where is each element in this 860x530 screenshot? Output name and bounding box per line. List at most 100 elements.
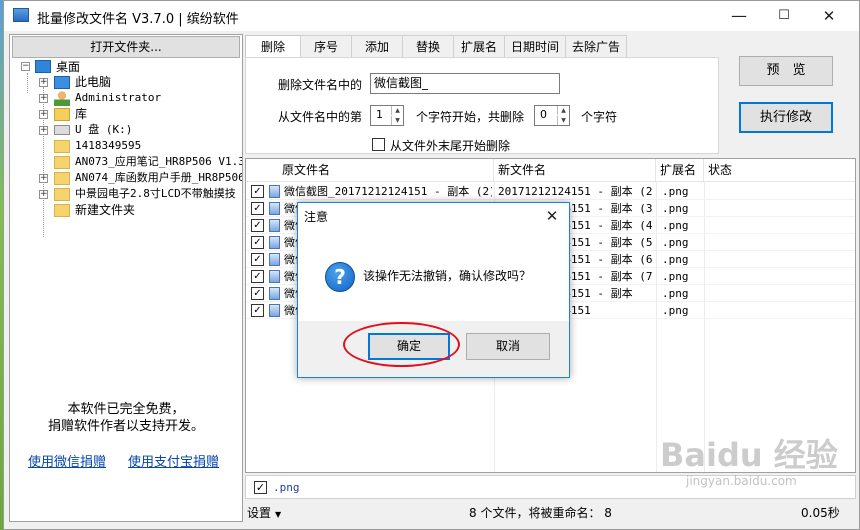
dialog-message: 该操作无法撤销，确认修改吗？ — [363, 269, 532, 283]
watermark-url: jingyan.baidu.com — [686, 474, 797, 488]
title-bar: 批量修改文件名 V3.7.0 | 缤纷软件 — ☐ ✕ — [4, 1, 859, 31]
original-name-cell: 微信截图_20171212124151 - 副本 (2) — [284, 185, 492, 198]
image-file-icon — [269, 236, 280, 249]
dialog-close-button[interactable]: ✕ — [535, 203, 569, 229]
tree-item-folder[interactable]: 1418349595 — [10, 138, 242, 154]
extension-cell: .png — [662, 202, 689, 215]
preview-button[interactable]: 预 览 — [739, 56, 833, 86]
image-file-icon — [269, 253, 280, 266]
maximize-button[interactable]: ☐ — [762, 1, 806, 31]
library-icon — [54, 108, 70, 121]
window-title: 批量修改文件名 V3.7.0 | 缤纷软件 — [37, 12, 239, 27]
open-folder-button[interactable]: 打开文件夹... — [12, 36, 240, 58]
tree-item-folder[interactable]: + 中景园电子2.8寸LCD不带触摸技 — [10, 186, 242, 202]
minimize-button[interactable]: — — [717, 1, 761, 31]
close-button[interactable]: ✕ — [807, 1, 851, 31]
column-extension[interactable]: 扩展名 — [656, 159, 704, 181]
tree-item-folder[interactable]: AN073_应用笔记_HR8P506 V1.3 — [10, 154, 242, 170]
tab-sequence[interactable]: 序号 — [300, 35, 352, 57]
desktop-icon — [35, 60, 51, 73]
question-icon: ? — [325, 262, 355, 292]
column-original-name[interactable]: 原文件名 — [278, 159, 494, 181]
chars-label: 个字符 — [581, 110, 618, 124]
stepper-up-icon[interactable]: ▲ — [391, 106, 403, 115]
image-file-icon — [269, 270, 280, 283]
folder-icon — [54, 140, 70, 153]
row-checkbox[interactable]: ✓ — [251, 287, 264, 300]
image-file-icon — [269, 185, 280, 198]
stepper-up-icon[interactable]: ▲ — [557, 106, 569, 115]
extension-cell: .png — [662, 236, 689, 249]
row-checkbox[interactable]: ✓ — [251, 253, 264, 266]
confirm-cancel-button[interactable]: 取消 — [466, 333, 550, 360]
extension-cell: .png — [662, 219, 689, 232]
tab-replace[interactable]: 替换 — [402, 35, 454, 57]
tree-item-usb-drive[interactable]: + U 盘 (K:) — [10, 122, 242, 138]
from-position-label: 从文件名中的第 — [278, 110, 363, 124]
tab-extension[interactable]: 扩展名 — [453, 35, 505, 57]
dialog-button-area: 确定 取消 — [298, 321, 569, 377]
watermark-logo: Baidu 经验 — [660, 436, 838, 474]
confirm-ok-button[interactable]: 确定 — [368, 333, 450, 360]
image-file-icon — [269, 202, 280, 215]
execute-rename-button[interactable]: 执行修改 — [739, 102, 833, 133]
computer-icon — [54, 76, 70, 89]
tree-item-this-pc[interactable]: + 此电脑 — [10, 74, 242, 90]
free-notice-line1: 本软件已完全免费， — [67, 402, 185, 417]
stepper-down-icon[interactable]: ▼ — [391, 116, 403, 125]
dropdown-arrow-icon: ▼ — [275, 510, 282, 519]
donate-wechat-link[interactable]: 使用微信捐赠 — [28, 451, 106, 470]
extension-cell: .png — [662, 304, 689, 317]
file-row[interactable]: ✓ 微信截图_20171212124151 - 副本 (2) 20171212124… — [246, 183, 855, 200]
tab-remove-ads[interactable]: 去除广告 — [565, 35, 627, 57]
new-name-cell: 20171212124151 - 副本 (2) — [498, 185, 654, 198]
row-checkbox[interactable]: ✓ — [251, 270, 264, 283]
settings-menu[interactable]: 设置 ▼ — [247, 504, 281, 521]
elapsed-time: 0.05秒 — [801, 506, 840, 520]
folder-icon — [54, 188, 70, 201]
folder-icon — [54, 204, 70, 217]
delete-options-panel: 删除文件名中的 微信截图_ 从文件名中的第 1 ▲ ▼ 个字符开始，共删除 0 … — [245, 57, 719, 154]
donate-alipay-link[interactable]: 使用支付宝捐赠 — [128, 451, 219, 470]
status-bar: 设置 ▼ 8 个文件，将被重命名： 8 0.05秒 — [245, 501, 857, 523]
column-new-name[interactable]: 新文件名 — [494, 159, 656, 181]
delete-count-stepper[interactable]: 0 ▲ ▼ — [534, 105, 570, 126]
tree-item-desktop[interactable]: − 桌面 — [10, 59, 242, 75]
confirm-dialog: 注意 ✕ ? 该操作无法撤销，确认修改吗？ 确定 取消 — [297, 202, 570, 378]
folder-icon — [54, 172, 70, 185]
extension-cell: .png — [662, 185, 689, 198]
tab-delete[interactable]: 删除 — [245, 35, 301, 59]
free-notice-line2: 捐赠软件作者以支持开发。 — [47, 419, 204, 434]
user-icon — [54, 91, 70, 106]
column-status[interactable]: 状态 — [704, 159, 855, 181]
row-checkbox[interactable]: ✓ — [251, 219, 264, 232]
extension-cell: .png — [662, 253, 689, 266]
delete-count-label: 个字符开始，共删除 — [416, 110, 525, 124]
extension-cell: .png — [662, 270, 689, 283]
dialog-title: 注意 — [304, 210, 329, 224]
folder-panel: 打开文件夹... − 桌面 + 此电脑 + Administrator + 库 … — [9, 34, 243, 522]
row-checkbox[interactable]: ✓ — [251, 185, 264, 198]
tree-item-administrator[interactable]: + Administrator — [10, 90, 242, 106]
stepper-down-icon[interactable]: ▼ — [557, 116, 569, 125]
folder-tree: − 桌面 + 此电脑 + Administrator + 库 + U 盘 (K:… — [10, 59, 242, 299]
tab-datetime[interactable]: 日期时间 — [504, 35, 566, 57]
folder-icon — [54, 156, 70, 169]
row-checkbox[interactable]: ✓ — [251, 202, 264, 215]
tab-add[interactable]: 添加 — [351, 35, 403, 57]
usb-drive-icon — [54, 125, 70, 135]
start-position-stepper[interactable]: 1 ▲ ▼ — [370, 105, 404, 126]
delete-text-label: 删除文件名中的 — [278, 78, 363, 92]
tree-item-folder[interactable]: 新建文件夹 — [10, 202, 242, 218]
app-icon — [13, 8, 29, 22]
from-end-checkbox[interactable] — [372, 138, 385, 151]
extension-cell: .png — [662, 287, 689, 300]
extension-filter-label: .png — [273, 481, 300, 494]
delete-text-input[interactable]: 微信截图_ — [370, 73, 560, 94]
image-file-icon — [269, 219, 280, 232]
row-checkbox[interactable]: ✓ — [251, 236, 264, 249]
tree-item-library[interactable]: + 库 — [10, 106, 242, 122]
extension-filter-checkbox[interactable]: ✓ — [254, 481, 267, 494]
tree-item-folder[interactable]: + AN074_库函数用户手册_HR8P506 — [10, 170, 242, 186]
row-checkbox[interactable]: ✓ — [251, 304, 264, 317]
